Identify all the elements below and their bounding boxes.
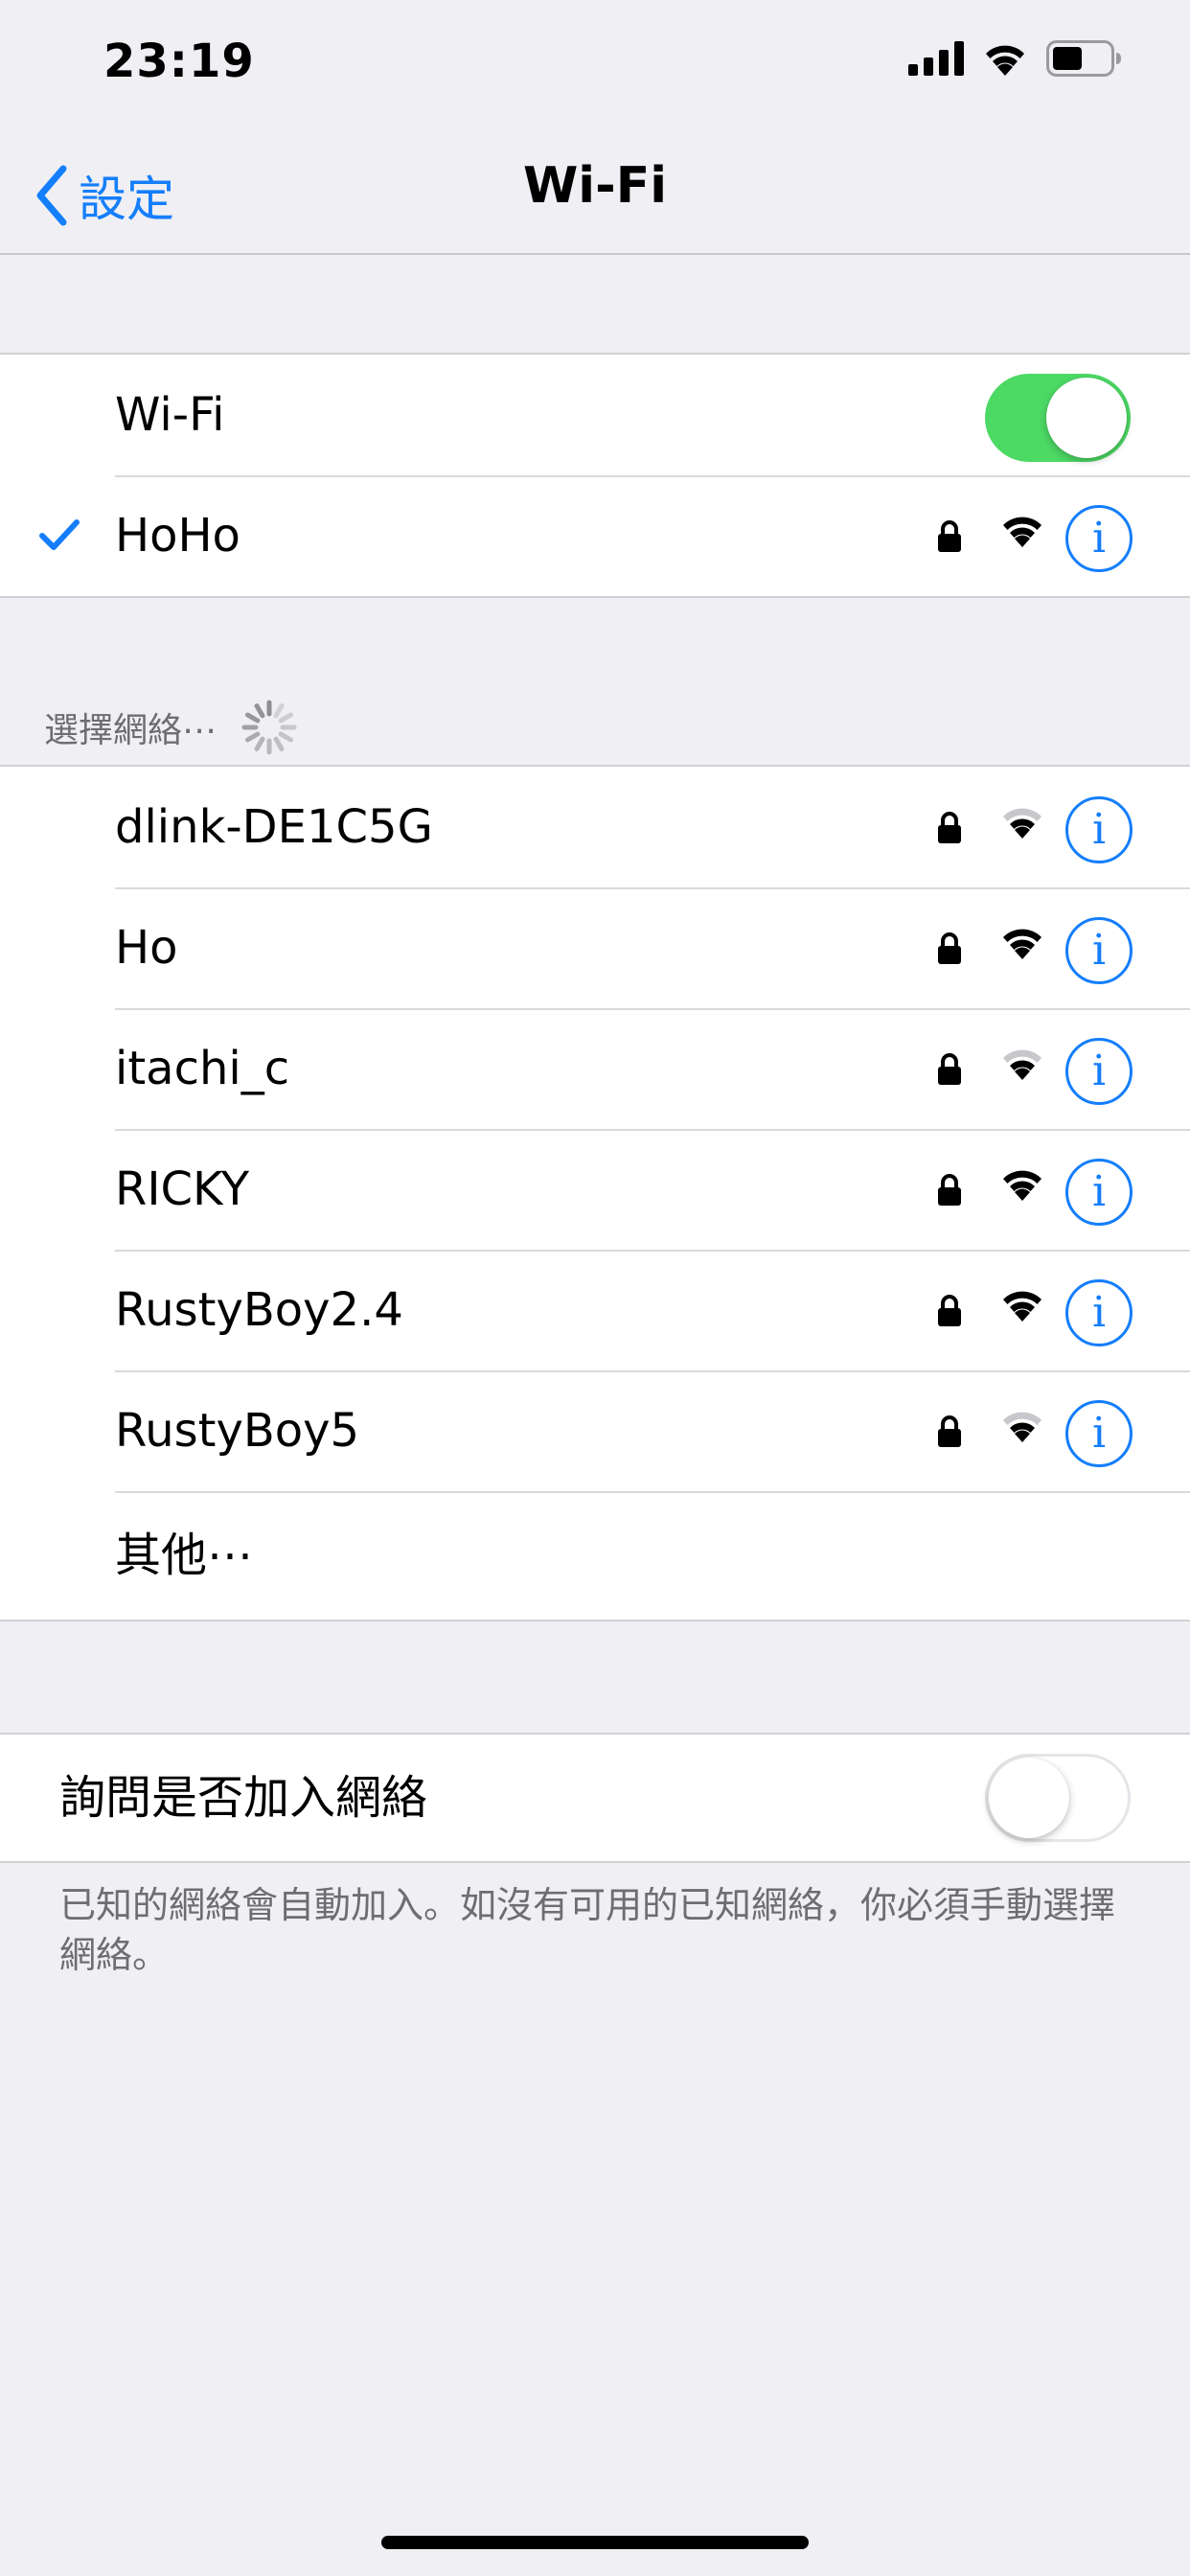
info-button[interactable]: i bbox=[1065, 505, 1133, 572]
lock-icon bbox=[938, 812, 961, 843]
other-network-label: 其他⋯ bbox=[115, 1529, 254, 1582]
page-title: Wi-Fi bbox=[522, 157, 668, 215]
ask-to-join-row: 詢問是否加入網絡 bbox=[0, 1735, 1190, 1861]
ask-to-join-toggle[interactable] bbox=[985, 1754, 1131, 1842]
wifi-label: Wi-Fi bbox=[115, 388, 225, 442]
ask-to-join-group: 詢問是否加入網絡 bbox=[0, 1733, 1190, 1863]
wifi-toggle[interactable] bbox=[985, 374, 1131, 462]
battery-icon bbox=[1046, 40, 1121, 77]
info-button[interactable]: i bbox=[1065, 796, 1133, 863]
toggle-knob bbox=[1046, 378, 1127, 458]
network-name: itachi_c bbox=[115, 1042, 290, 1095]
home-indicator[interactable] bbox=[381, 2536, 809, 2549]
wifi-signal-icon bbox=[1003, 1412, 1041, 1442]
status-bar: 23:19 bbox=[0, 0, 1190, 126]
connected-network-name: HoHo bbox=[115, 509, 240, 563]
cellular-signal-icon bbox=[908, 41, 964, 76]
network-row[interactable]: dlink-DE1C5G i bbox=[0, 767, 1190, 887]
info-button[interactable]: i bbox=[1065, 1159, 1133, 1226]
other-network-row[interactable]: 其他⋯ bbox=[0, 1491, 1190, 1620]
status-time: 23:19 bbox=[103, 34, 255, 88]
lock-icon bbox=[938, 1295, 961, 1326]
wifi-signal-icon bbox=[1003, 808, 1041, 839]
info-button[interactable]: i bbox=[1065, 1279, 1133, 1346]
lock-icon bbox=[938, 1174, 961, 1206]
wifi-signal-icon bbox=[1003, 1291, 1041, 1322]
wifi-signal-icon bbox=[1003, 1170, 1041, 1201]
network-name: Ho bbox=[115, 921, 178, 975]
info-button[interactable]: i bbox=[1065, 917, 1133, 984]
wifi-signal-icon bbox=[1003, 1049, 1041, 1080]
lock-icon bbox=[938, 1053, 961, 1085]
network-row[interactable]: RustyBoy5 i bbox=[0, 1370, 1190, 1491]
wifi-icon bbox=[986, 45, 1024, 76]
lock-icon bbox=[938, 520, 961, 552]
ask-to-join-label: 詢問是否加入網絡 bbox=[59, 1771, 428, 1825]
checkmark-icon bbox=[39, 519, 80, 550]
lock-icon bbox=[938, 1415, 961, 1447]
connected-network-row[interactable]: HoHo i bbox=[0, 475, 1190, 596]
network-row[interactable]: Ho i bbox=[0, 887, 1190, 1008]
status-icons bbox=[908, 40, 1123, 77]
network-name: RustyBoy2.4 bbox=[115, 1283, 403, 1337]
section-header: 選擇網絡⋯ bbox=[44, 698, 299, 757]
wifi-signal-icon bbox=[1003, 517, 1041, 547]
network-row[interactable]: itachi_c i bbox=[0, 1008, 1190, 1129]
network-list: dlink-DE1C5G i Ho i itachi_c i RICKY i R… bbox=[0, 765, 1190, 1622]
network-name: RICKY bbox=[115, 1162, 250, 1216]
info-button[interactable]: i bbox=[1065, 1400, 1133, 1467]
network-row[interactable]: RustyBoy2.4 i bbox=[0, 1250, 1190, 1370]
toggle-knob bbox=[989, 1758, 1069, 1838]
section-header-label: 選擇網絡⋯ bbox=[44, 711, 217, 750]
ask-to-join-footer: 已知的網絡會自動加入。如沒有可用的已知網絡，你必須手動選擇網絡。 bbox=[59, 1884, 1116, 1976]
info-button[interactable]: i bbox=[1065, 1038, 1133, 1105]
lock-icon bbox=[938, 932, 961, 964]
network-name: RustyBoy5 bbox=[115, 1404, 360, 1458]
network-name: dlink-DE1C5G bbox=[115, 800, 433, 854]
loading-spinner-icon bbox=[241, 700, 297, 755]
wifi-signal-icon bbox=[1003, 929, 1041, 959]
network-row[interactable]: RICKY i bbox=[0, 1129, 1190, 1250]
wifi-group: Wi-Fi HoHo i bbox=[0, 353, 1190, 598]
wifi-toggle-row: Wi-Fi bbox=[0, 355, 1190, 475]
navigation-bar: 設定 Wi-Fi bbox=[0, 126, 1190, 255]
